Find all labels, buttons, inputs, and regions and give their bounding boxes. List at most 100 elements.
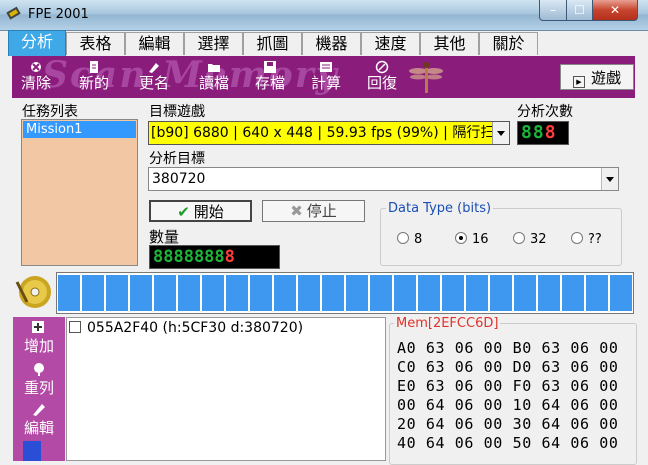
memory-line: 00 64 06 00 10 64 06 00 [397,396,619,414]
stop-button[interactable]: ✖ 停止 [262,200,365,222]
analysis-count-highlight: 8 [544,122,557,143]
tab-select[interactable]: 選擇 [184,32,243,55]
progress-cell [322,275,344,311]
save-icon [264,61,276,73]
open-file-label: 讀檔 [198,74,229,92]
progress-cell [370,275,392,311]
task-list-label: 任務列表 [22,104,78,120]
radio-label: 32 [530,232,547,247]
memory-line: E0 63 06 00 F0 63 06 00 [397,377,619,395]
app-icon [6,6,21,20]
progress-cell [610,275,632,311]
clear-icon [31,62,41,72]
radio-indicator [455,232,467,244]
tab-speed[interactable]: 速度 [361,32,420,55]
progress-cell [154,275,176,311]
calculator-icon [320,62,332,72]
target-game-select[interactable]: [b90] 6880 | 640 x 448 | 59.93 fps (99%)… [148,121,510,145]
memory-line: A0 63 06 00 B0 63 06 00 [397,339,619,357]
tab-about[interactable]: 關於 [479,32,538,55]
dragonfly-icon [409,62,443,93]
radio-indicator [571,232,583,244]
task-list[interactable]: Mission1 [21,119,138,266]
progress-cell [106,275,128,311]
start-button[interactable]: ✔ 開始 [149,200,252,222]
analysis-target-input[interactable]: 380720 [148,167,619,191]
window-title: FPE 2001 [28,7,89,22]
tab-machine[interactable]: 機器 [302,32,361,55]
tab-other[interactable]: 其他 [420,32,479,55]
progress-cell [178,275,200,311]
relist-button[interactable]: 重列 [13,361,65,398]
add-button[interactable]: 增加 [13,319,65,356]
progress-cell [298,275,320,311]
task-list-item[interactable]: Mission1 [23,121,136,138]
book-icon [23,441,41,461]
undo-label: 回復 [366,74,397,92]
quantity-highlight: 8 [224,247,235,267]
relist-label: 重列 [23,379,54,397]
result-text: 055A2F40 (h:5CF30 d:380720) [87,320,304,336]
play-game-button[interactable]: ▶ 遊戲 [560,64,634,90]
chevron-down-icon [497,131,505,136]
save-button[interactable]: 存檔 [248,60,292,96]
clear-label: 清除 [20,74,51,92]
calculator-button[interactable]: 計算 [304,60,348,96]
analysis-target-label: 分析目標 [149,151,205,167]
radio-unknown[interactable]: ?? [571,232,602,247]
progress-cell [442,275,464,311]
play-game-label: 遊戲 [590,69,621,87]
analysis-count-label: 分析次數 [517,104,573,120]
progress-cell [82,275,104,311]
progress-cell [562,275,584,311]
new-button[interactable]: 新的 [72,60,116,96]
radio-16[interactable]: 16 [455,232,489,247]
toolbar: Scan Memory 清除 新的 更名 讀檔 存檔 計算 回復 ▶ 遊戲 [12,56,635,98]
rename-button[interactable]: 更名 [132,60,176,96]
side-toolbar: 增加 重列 編輯 [13,317,65,461]
x-icon: ✖ [290,202,303,220]
tab-analysis[interactable]: 分析 [8,30,66,56]
results-list[interactable]: 055A2F40 (h:5CF30 d:380720) [66,317,386,461]
progress-cell [418,275,440,311]
progress-cell [202,275,224,311]
chevron-down-icon [606,177,614,182]
list-item[interactable]: 055A2F40 (h:5CF30 d:380720) [69,320,303,336]
radio-indicator [397,232,409,244]
undo-icon [375,60,389,74]
radio-label: ?? [588,232,602,247]
stop-label: 停止 [306,202,337,220]
minimize-button[interactable]: – [539,0,567,21]
memory-line: C0 63 06 00 D0 63 06 00 [397,358,619,376]
rename-icon [149,63,159,73]
progress-cell [130,275,152,311]
add-label: 增加 [23,337,54,355]
title-bar[interactable]: FPE 2001 – ☐ ✕ [0,0,648,31]
tab-strip: 分析 表格 編輯 選擇 抓圖 機器 速度 其他 關於 [8,30,640,56]
clear-button[interactable]: 清除 [14,60,58,96]
rename-label: 更名 [138,74,169,92]
maximize-button[interactable]: ☐ [566,0,593,21]
edit-button[interactable]: 編輯 [13,401,65,438]
start-label: 開始 [193,203,224,221]
checkbox[interactable] [69,321,81,333]
tab-capture[interactable]: 抓圖 [243,32,302,55]
memory-title: Mem[2EFCC6D] [394,316,501,331]
open-file-button[interactable]: 讀檔 [192,60,236,96]
target-game-dropdown-button[interactable] [492,122,509,144]
radio-32[interactable]: 32 [513,232,547,247]
check-icon: ✔ [177,203,190,221]
progress-cell [394,275,416,311]
radio-8[interactable]: 8 [397,232,422,247]
progress-cell [346,275,368,311]
progress-cell [466,275,488,311]
progress-cell [274,275,296,311]
tab-edit[interactable]: 編輯 [125,32,184,55]
undo-button[interactable]: 回復 [360,60,404,96]
quantity-digits: 8888888 [153,247,225,267]
analysis-target-dropdown-button[interactable] [601,168,618,190]
progress-cell [586,275,608,311]
close-button[interactable]: ✕ [592,0,638,21]
add-icon [32,321,44,333]
tab-table[interactable]: 表格 [66,32,125,55]
